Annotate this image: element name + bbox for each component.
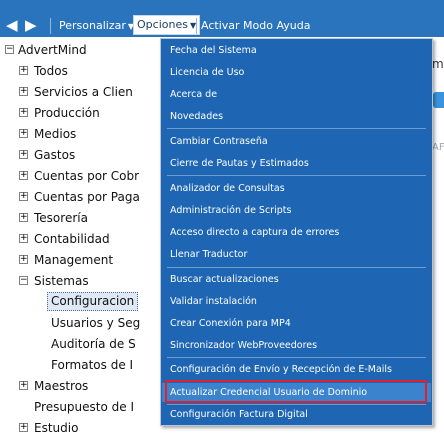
expand-icon[interactable]: +: [19, 255, 28, 264]
top-toolbar: ◀ ▶ Personalizar ▼ Opciones ▼ Activar Modo…: [0, 0, 444, 38]
tree-item-label: Maestros: [34, 379, 89, 393]
tree-item-label: Estudio: [34, 421, 79, 435]
expand-icon[interactable]: +: [19, 66, 28, 75]
tree-item-label: Tesorería: [34, 211, 88, 225]
tree-item-label: Presupuesto de I: [34, 400, 135, 414]
opciones-label: Opciones: [137, 18, 188, 31]
ayuda-label: Activar Modo Ayuda: [201, 19, 311, 32]
menu-item-config-email[interactable]: Configuración de Envío y Recepción de E-…: [162, 360, 431, 379]
menu-item-buscar-actualizaciones[interactable]: Buscar actualizaciones: [162, 270, 431, 289]
menu-separator: [167, 357, 426, 358]
expand-icon[interactable]: +: [19, 150, 28, 159]
menu-item-factura-digital[interactable]: Configuración Factura Digital: [162, 405, 431, 424]
menu-item-cambiar-contrasena[interactable]: Cambiar Contraseña: [162, 132, 431, 151]
opciones-dropdown-menu: Fecha del Sistema Licencia de Uso Acerca…: [160, 38, 433, 426]
tree-item-label: Servicios a Clien: [34, 85, 133, 99]
personalizar-label: Personalizar: [59, 19, 126, 32]
toolbar-divider: [50, 18, 51, 34]
menu-item-llenar-traductor[interactable]: Llenar Traductor: [162, 245, 431, 264]
collapse-icon[interactable]: −: [19, 276, 28, 285]
menu-item-licencia[interactable]: Licencia de Uso: [162, 63, 431, 82]
right-panel-text: AF: [432, 142, 444, 153]
opciones-menu[interactable]: Opciones ▼: [133, 15, 201, 35]
tree-item-label: Configuracion: [47, 292, 139, 311]
menu-item-captura-errores[interactable]: Acceso directo a captura de errores: [162, 223, 431, 242]
expand-icon[interactable]: +: [19, 234, 28, 243]
tree-item-label: Producción: [34, 106, 100, 120]
right-panel-text: ma: [432, 57, 444, 71]
menu-item-validar-instalacion[interactable]: Validar instalación: [162, 292, 431, 311]
tree-item-label: Cuentas por Cobr: [34, 169, 140, 183]
personalizar-menu[interactable]: Personalizar ▼: [56, 16, 137, 35]
panel-icon: [433, 92, 444, 108]
tree-item-label: Sistemas: [34, 274, 89, 288]
tree-item-label: Auditoría de S: [51, 337, 136, 351]
tree-item-label: Management: [34, 253, 114, 267]
back-arrow-icon[interactable]: ◀: [6, 18, 20, 33]
menu-separator: [167, 175, 426, 176]
expand-icon[interactable]: +: [19, 192, 28, 201]
menu-item-fecha-sistema[interactable]: Fecha del Sistema: [162, 41, 431, 60]
menu-separator: [167, 267, 426, 268]
tree-item-label: Gastos: [34, 148, 76, 162]
menu-item-sincronizador[interactable]: Sincronizador WebProveedores: [162, 336, 431, 355]
menu-item-admin-scripts[interactable]: Administración de Scripts: [162, 201, 431, 220]
activar-modo-ayuda-button[interactable]: Activar Modo Ayuda: [198, 16, 313, 35]
tree-item-label: Formatos de I: [51, 358, 134, 372]
tree-item-label: Cuentas por Paga: [34, 190, 140, 204]
expand-icon[interactable]: +: [19, 213, 28, 222]
tree-root-label: AdvertMind: [18, 43, 87, 57]
forward-arrow-icon[interactable]: ▶: [25, 18, 39, 33]
tree-item-label: Medios: [34, 127, 77, 141]
tree-item-label: Contabilidad: [34, 232, 110, 246]
collapse-icon[interactable]: −: [5, 45, 14, 54]
expand-icon[interactable]: +: [19, 129, 28, 138]
expand-icon[interactable]: +: [19, 108, 28, 117]
menu-item-cierre-pautas[interactable]: Cierre de Pautas y Estimados: [162, 154, 431, 173]
toolbar-divider: [196, 18, 197, 34]
menu-item-analizador[interactable]: Analizador de Consultas: [162, 179, 431, 198]
highlight-box: [165, 380, 427, 403]
tree-item-label: Usuarios y Seg: [51, 316, 141, 330]
menu-separator: [167, 128, 426, 129]
expand-icon[interactable]: +: [19, 171, 28, 180]
expand-icon[interactable]: +: [19, 87, 28, 96]
menu-item-acerca-de[interactable]: Acerca de: [162, 85, 431, 104]
menu-item-crear-conexion[interactable]: Crear Conexión para MP4: [162, 314, 431, 333]
tree-item-label: Todos: [34, 64, 68, 78]
expand-icon[interactable]: +: [19, 381, 28, 390]
menu-item-novedades[interactable]: Novedades: [162, 107, 431, 126]
